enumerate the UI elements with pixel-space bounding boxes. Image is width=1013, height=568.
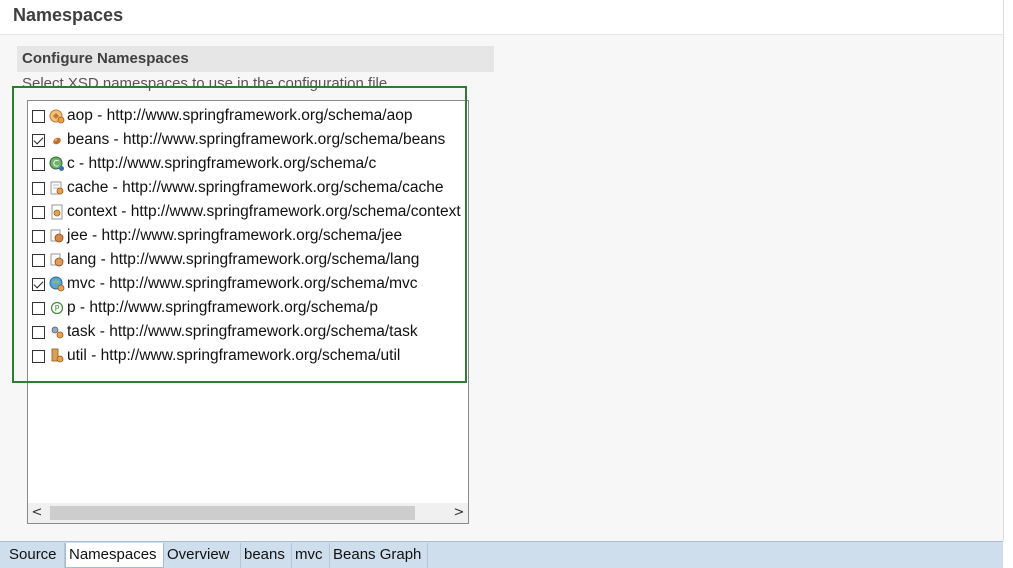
section-header[interactable]: Configure Namespaces	[17, 46, 494, 72]
scroll-left-arrow-icon[interactable]: <	[28, 504, 46, 522]
scrollbar-thumb[interactable]	[50, 506, 415, 520]
namespace-label: c - http://www.springframework.org/schem…	[67, 155, 377, 172]
tab-overview[interactable]: Overview	[164, 543, 241, 568]
c-namespace-icon: C	[49, 156, 64, 171]
checkbox-cache[interactable]	[32, 181, 45, 195]
namespace-row-mvc[interactable]: mvc - http://www.springframework.org/sch…	[32, 273, 468, 295]
mvc-icon	[49, 276, 65, 292]
editor-area: Namespaces Configure Namespaces Select X…	[0, 0, 1004, 541]
context-icon	[51, 204, 63, 220]
namespace-row-beans[interactable]: beans - http://www.springframework.org/s…	[32, 129, 468, 151]
tab-namespaces[interactable]: Namespaces	[65, 543, 164, 568]
checkbox-task[interactable]	[32, 325, 45, 339]
namespace-label: task - http://www.springframework.org/sc…	[67, 323, 418, 340]
svg-text:P: P	[55, 304, 60, 313]
tab-beans-graph[interactable]: Beans Graph	[330, 543, 428, 568]
namespace-label: lang - http://www.springframework.org/sc…	[67, 251, 420, 268]
tab-source[interactable]: Source	[6, 543, 65, 568]
namespace-row-jee[interactable]: jee - http://www.springframework.org/sch…	[32, 225, 468, 247]
svg-text:C: C	[53, 160, 59, 170]
namespace-list[interactable]: aop - http://www.springframework.org/sch…	[27, 100, 469, 524]
namespace-label: beans - http://www.springframework.org/s…	[67, 131, 446, 148]
cache-icon	[50, 181, 64, 195]
page-title: Namespaces	[13, 5, 124, 25]
editor-tab-bar: Source Namespaces Overview beans mvc Bea…	[0, 541, 1003, 568]
checkbox-beans[interactable]	[32, 133, 45, 147]
namespace-label: jee - http://www.springframework.org/sch…	[67, 227, 403, 244]
tab-beans[interactable]: beans	[241, 543, 292, 568]
namespace-row-task[interactable]: task - http://www.springframework.org/sc…	[32, 321, 468, 343]
namespace-row-lang[interactable]: lang - http://www.springframework.org/sc…	[32, 249, 468, 271]
namespace-label: cache - http://www.springframework.org/s…	[67, 179, 444, 196]
checkbox-p[interactable]	[32, 301, 45, 315]
namespace-row-util[interactable]: util - http://www.springframework.org/sc…	[32, 345, 468, 367]
namespace-row-p[interactable]: P p - http://www.springframework.org/sch…	[32, 297, 468, 319]
checkbox-mvc[interactable]	[32, 277, 45, 291]
namespace-label: p - http://www.springframework.org/schem…	[67, 299, 378, 316]
section-title: Configure Namespaces	[22, 50, 189, 67]
checkbox-jee[interactable]	[32, 229, 45, 243]
scroll-right-arrow-icon[interactable]: >	[450, 504, 468, 522]
namespace-row-cache[interactable]: cache - http://www.springframework.org/s…	[32, 177, 468, 199]
p-namespace-icon: P	[50, 301, 64, 315]
namespace-row-aop[interactable]: aop - http://www.springframework.org/sch…	[32, 105, 468, 127]
tab-mvc[interactable]: mvc	[292, 543, 330, 568]
namespace-row-context[interactable]: context - http://www.springframework.org…	[32, 201, 468, 223]
horizontal-scrollbar[interactable]: < >	[28, 503, 468, 523]
jee-icon	[50, 229, 64, 243]
checkbox-context[interactable]	[32, 205, 45, 219]
namespace-row-c[interactable]: C c - http://www.springframework.org/sch…	[32, 153, 468, 175]
util-icon	[51, 348, 64, 363]
checkbox-aop[interactable]	[32, 109, 45, 123]
namespace-label: util - http://www.springframework.org/sc…	[67, 347, 401, 364]
task-icon	[51, 326, 64, 339]
beans-icon	[53, 137, 61, 145]
section-description: Select XSD namespaces to use in the conf…	[22, 75, 388, 92]
aop-icon	[49, 109, 65, 124]
checkbox-util[interactable]	[32, 349, 45, 363]
lang-icon	[50, 253, 64, 267]
namespace-label: context - http://www.springframework.org…	[67, 203, 461, 220]
page-header: Namespaces	[0, 0, 1003, 35]
namespace-label: mvc - http://www.springframework.org/sch…	[67, 275, 418, 292]
namespace-label: aop - http://www.springframework.org/sch…	[67, 107, 413, 124]
checkbox-lang[interactable]	[32, 253, 45, 267]
checkbox-c[interactable]	[32, 157, 45, 171]
